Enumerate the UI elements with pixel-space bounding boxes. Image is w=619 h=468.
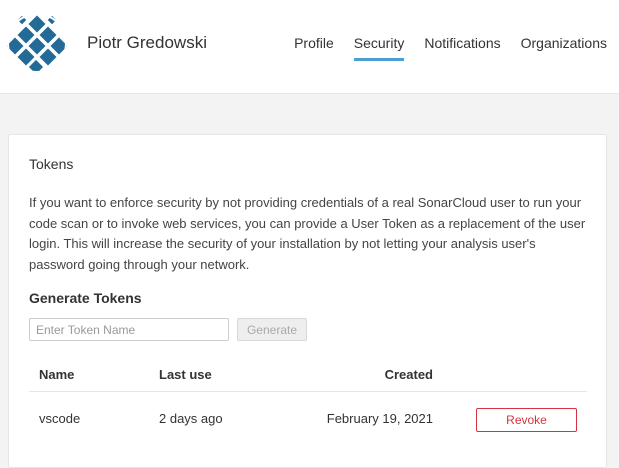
table-row: vscode 2 days ago February 19, 2021 Revo… bbox=[29, 392, 587, 447]
page-header: Piotr Gredowski Profile Security Notific… bbox=[0, 0, 619, 94]
revoke-button[interactable]: Revoke bbox=[476, 408, 577, 432]
tokens-table: Name Last use Created vscode 2 days ago … bbox=[29, 360, 587, 447]
tab-notifications[interactable]: Notifications bbox=[424, 35, 500, 55]
generate-button[interactable]: Generate bbox=[237, 318, 307, 341]
user-name: Piotr Gredowski bbox=[87, 33, 207, 52]
tab-organizations[interactable]: Organizations bbox=[521, 35, 607, 55]
tab-profile[interactable]: Profile bbox=[294, 35, 334, 55]
tab-security[interactable]: Security bbox=[353, 35, 404, 61]
column-header-name: Name bbox=[39, 367, 75, 382]
table-header-row: Name Last use Created bbox=[29, 360, 587, 392]
tokens-description: If you want to enforce security by not p… bbox=[29, 195, 586, 272]
generate-tokens-title: Generate Tokens bbox=[29, 290, 142, 306]
token-name-input[interactable] bbox=[29, 318, 229, 341]
token-last-use-cell: 2 days ago bbox=[159, 411, 223, 426]
account-nav: Profile Security Notifications Organizat… bbox=[294, 35, 607, 61]
column-header-created: Created bbox=[384, 367, 433, 382]
tokens-title: Tokens bbox=[29, 156, 74, 172]
token-name-cell: vscode bbox=[39, 411, 81, 426]
column-header-last-use: Last use bbox=[159, 367, 212, 382]
token-created-cell: February 19, 2021 bbox=[326, 411, 433, 426]
tokens-card: Tokens If you want to enforce security b… bbox=[8, 134, 607, 468]
avatar bbox=[7, 13, 67, 73]
